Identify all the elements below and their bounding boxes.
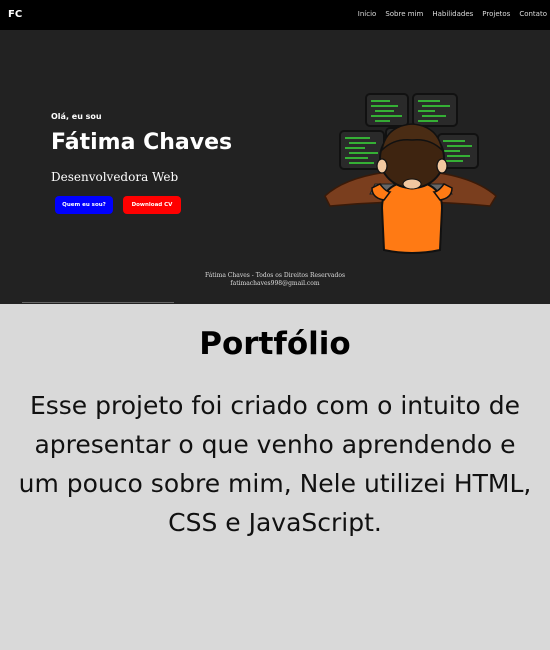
hero-footer-email[interactable]: fatimachaves998@gmail.com (0, 280, 550, 287)
hero-name: Fátima Chaves (51, 130, 233, 155)
nav-links: Início Sobre mim Habilidades Projetos Co… (349, 10, 547, 18)
nav-link-projetos[interactable]: Projetos (482, 10, 510, 18)
hero-footer-copyright: Fátima Chaves - Todos os Direitos Reserv… (204, 272, 346, 279)
about-button[interactable]: Quem eu sou? (55, 196, 113, 214)
portfolio-title: Portfólio (199, 326, 351, 362)
hero-section: Olá, eu sou Fátima Chaves Desenvolvedora… (0, 30, 550, 304)
logo[interactable]: FC (8, 9, 22, 20)
hero-greeting: Olá, eu sou (51, 112, 102, 121)
nav-link-contato[interactable]: Contato (519, 10, 547, 18)
divider (22, 302, 174, 303)
nav-link-inicio[interactable]: Início (358, 10, 377, 18)
developer-illustration (324, 93, 497, 254)
portfolio-description: Esse projeto foi criado com o intuito de… (0, 386, 550, 542)
hero-role: Desenvolvedora Web (51, 170, 179, 184)
portfolio-section: Portfólio Esse projeto foi criado com o … (0, 304, 550, 650)
portfolio-line: Esse projeto foi criado com o intuito de (29, 391, 521, 420)
nav-link-habilidades[interactable]: Habilidades (432, 10, 473, 18)
portfolio-line: CSS e JavaScript. (168, 508, 382, 537)
download-cv-button[interactable]: Download CV (123, 196, 181, 214)
nav-link-sobre-mim[interactable]: Sobre mim (385, 10, 423, 18)
navbar: FC Início Sobre mim Habilidades Projetos… (0, 0, 550, 30)
portfolio-line: apresentar o que venho aprendendo e (34, 430, 516, 459)
portfolio-line: um pouco sobre mim, Nele utilizei HTML, (18, 469, 532, 498)
